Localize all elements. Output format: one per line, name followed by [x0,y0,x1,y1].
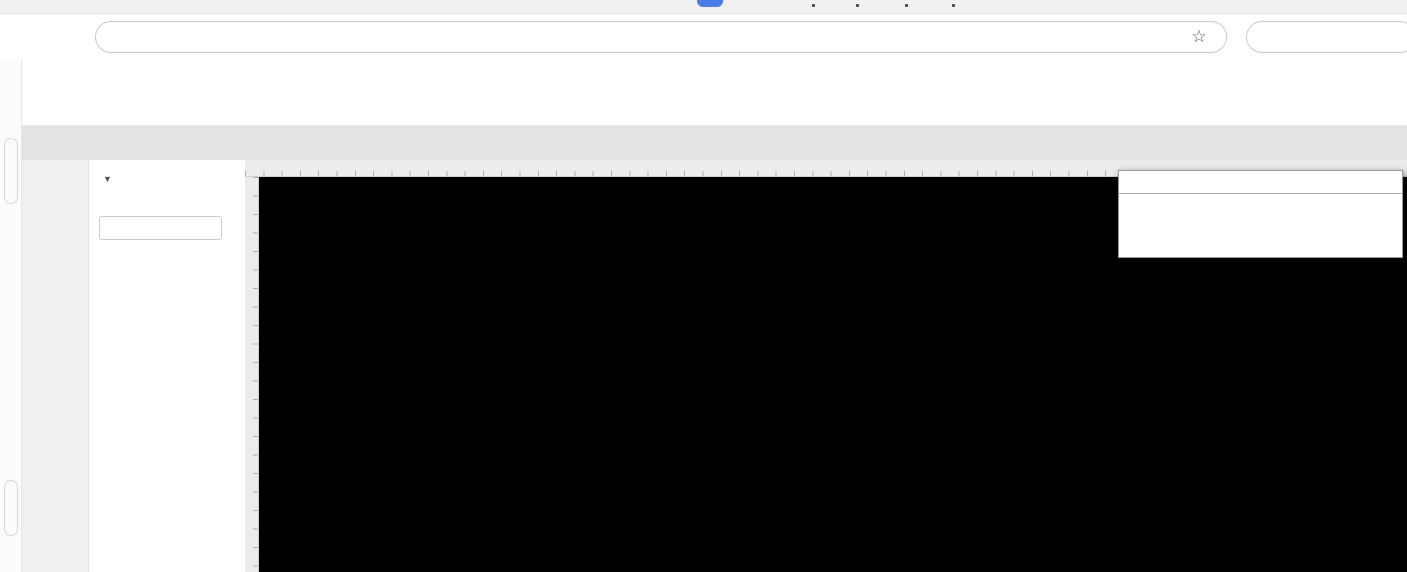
browser-toolbar: ☆ [0,14,1407,60]
side-strip-card [4,138,18,204]
workspace-selector[interactable]: ▼ [99,170,245,185]
vertical-ruler [245,177,259,572]
address-bar[interactable]: ☆ [95,21,1227,53]
pcb-tools-title[interactable] [1119,171,1402,194]
project-panel: ▼ [88,160,245,572]
tab-mark [856,4,859,7]
reload-button[interactable] [38,22,68,52]
app-sidebar [22,160,88,572]
tab-mark [812,4,815,7]
document-tabs [22,126,1407,160]
tab-mark [905,4,908,7]
browser-tab-strip [0,0,1407,14]
project-filter-input[interactable] [99,216,222,240]
side-strip-card [4,480,18,536]
menu-bar [22,60,1407,93]
pcb-canvas[interactable] [245,160,1407,572]
favorite-star-icon[interactable]: ☆ [1182,27,1216,47]
project-tree [89,246,245,572]
main-toolbar [22,93,1407,126]
search-input[interactable] [1273,28,1363,46]
screen: ☆ ▼ [0,0,1407,572]
pcb-tools-panel [1118,170,1403,258]
browser-side-strip [0,60,22,572]
tab-mark [952,4,955,7]
active-browser-tab-indicator[interactable] [697,0,723,7]
browser-search-box[interactable] [1246,21,1407,53]
